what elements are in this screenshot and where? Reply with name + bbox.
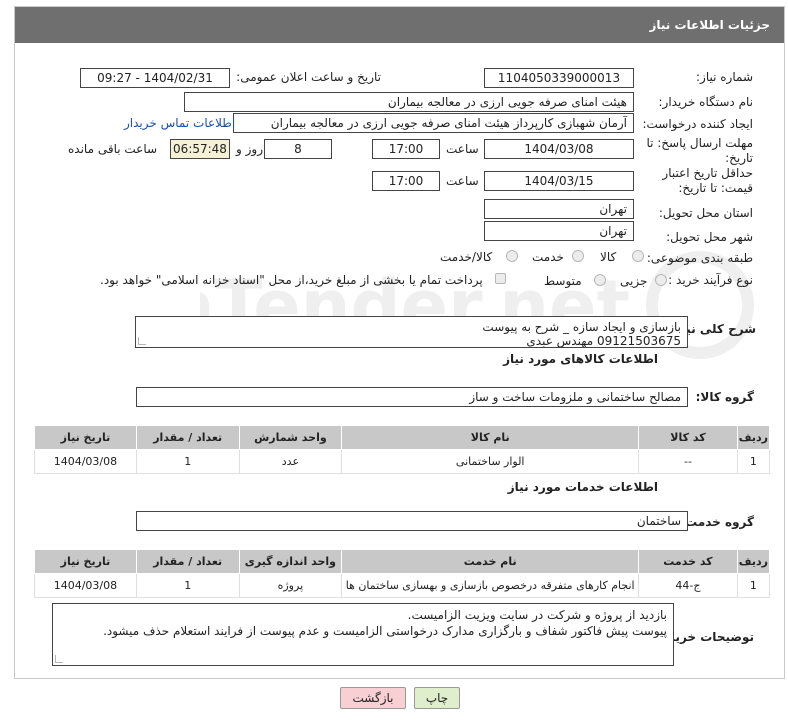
services-group-label: گروه خدمت: (680, 515, 754, 529)
buyer-org-field: هیئت امنای صرفه جویی ارزی در معالجه بیما… (184, 92, 634, 112)
remaining-label: ساعت باقی مانده (68, 142, 158, 156)
process-label: نوع فرآیند خرید : (668, 273, 753, 287)
services-cell-code: ج-44 (638, 573, 738, 598)
need-number-field: 1104050339000013 (484, 68, 634, 88)
goods-col-qty: تعداد / مقدار (135, 425, 240, 450)
buyer-notes-line-2: پیوست پیش فاکتور شفاف و بارگزاری مدارک د… (103, 624, 667, 638)
goods-cell-row: 1 (736, 449, 771, 474)
announce-field: 1404/02/31 - 09:27 (80, 68, 230, 88)
city-label: شهر محل تحویل: (666, 230, 753, 244)
process-radio-minor[interactable] (655, 274, 667, 286)
treasury-payment-checkbox[interactable] (495, 273, 506, 284)
services-section-title: اطلاعات خدمات مورد نیاز (507, 480, 658, 494)
services-col-code: کد خدمت (638, 549, 738, 574)
page-header: جزئیات اطلاعات نیاز (15, 7, 784, 43)
price-validity-label: حداقل تاریخ اعتبار قیمت: تا تاریخ: (662, 166, 753, 195)
back-button[interactable]: بازگشت (340, 687, 406, 709)
services-cell-date: 1404/03/08 (34, 573, 137, 598)
services-group-field: ساختمان (136, 511, 688, 531)
category-option-goods: کالا (600, 250, 617, 264)
goods-section-title: اطلاعات کالاهای مورد نیاز (503, 352, 658, 366)
goods-col-unit: واحد شمارش (238, 425, 343, 450)
remaining-time-field: 06:57:48 (170, 139, 230, 159)
reply-deadline-label: مهلت ارسال پاسخ: تا تاریخ: (646, 136, 753, 165)
services-cell-unit: پروژه (238, 573, 343, 598)
goods-table: ردیف کد کالا نام کالا واحد شمارش تعداد /… (34, 425, 771, 474)
announce-label: تاریخ و ساعت اعلان عمومی: (236, 70, 381, 84)
print-button[interactable]: چاپ (414, 687, 460, 709)
goods-cell-unit: عدد (238, 449, 343, 474)
category-radio-goods-service[interactable] (506, 250, 518, 262)
services-col-qty: تعداد / مقدار (135, 549, 240, 574)
process-option-minor: جزیی (620, 274, 648, 288)
buyer-org-label: نام دستگاه خریدار: (658, 95, 754, 109)
services-col-unit: واحد اندازه گیری (238, 549, 343, 574)
services-table-header: ردیف کد خدمت نام خدمت واحد اندازه گیری ت… (34, 549, 771, 574)
services-cell-name: انجام کارهای متفرقه درخصوص بازسازی و بهس… (341, 573, 640, 598)
services-col-row: ردیف (736, 549, 771, 574)
description-line-1: بازسازی و ایجاد سازه _ شرح به پیوست (482, 320, 681, 334)
goods-group-field: مصالح ساختمانی و ملزومات ساخت و ساز (136, 387, 688, 407)
services-cell-row: 1 (736, 573, 771, 598)
days-field: 8 (264, 139, 332, 159)
process-option-medium: متوسط (544, 274, 582, 288)
category-option-service: خدمت (532, 250, 564, 264)
price-time-label: ساعت (446, 174, 479, 188)
resize-grip-icon[interactable] (55, 655, 63, 663)
description-textarea[interactable]: بازسازی و ایجاد سازه _ شرح به پیوست 0912… (135, 316, 688, 348)
category-radio-service[interactable] (572, 250, 584, 262)
process-radio-medium[interactable] (594, 274, 606, 286)
goods-table-header: ردیف کد کالا نام کالا واحد شمارش تعداد /… (34, 425, 771, 450)
goods-group-label: گروه کالا: (695, 390, 754, 404)
province-label: استان محل تحویل: (658, 206, 753, 220)
contact-buyer-link[interactable]: اطلاعات تماس خریدار (124, 116, 235, 130)
goods-col-date: تاریخ نیاز (34, 425, 137, 450)
city-field: تهران (484, 221, 634, 241)
services-col-name: نام خدمت (341, 549, 640, 574)
category-option-goods-service: کالا/خدمت (440, 250, 493, 264)
category-radio-goods[interactable] (632, 250, 644, 262)
goods-col-code: کد کالا (638, 425, 738, 450)
table-row: 1 -- الوار ساختمانی عدد 1 1404/03/08 (34, 449, 771, 474)
category-label: طبقه بندی موضوعی: (646, 251, 753, 265)
treasury-payment-note: پرداخت تمام یا بخشی از مبلغ خرید،از محل … (100, 273, 483, 287)
table-row: 1 ج-44 انجام کارهای متفرقه درخصوص بازساز… (34, 573, 771, 598)
buyer-notes-textarea[interactable]: بازدید از پروژه و شرکت در سایت ویزیت الز… (52, 603, 674, 666)
reply-date-field: 1404/03/08 (484, 139, 634, 159)
buyer-notes-line-1: بازدید از پروژه و شرکت در سایت ویزیت الز… (407, 608, 667, 622)
price-time-field: 17:00 (372, 171, 440, 191)
province-field: تهران (484, 199, 634, 219)
need-number-label: شماره نیاز: (696, 70, 753, 84)
goods-col-row: ردیف (736, 425, 771, 450)
resize-grip-icon[interactable] (138, 337, 146, 345)
reply-time-field: 17:00 (372, 139, 440, 159)
services-table: ردیف کد خدمت نام خدمت واحد اندازه گیری ت… (34, 549, 771, 598)
creator-label: ایجاد کننده درخواست: (642, 117, 753, 131)
services-cell-qty: 1 (135, 573, 240, 598)
goods-cell-code: -- (638, 449, 738, 474)
price-date-field: 1404/03/15 (484, 171, 634, 191)
reply-time-label: ساعت (446, 142, 479, 156)
services-col-date: تاریخ نیاز (34, 549, 137, 574)
creator-field: آرمان شهبازی کارپرداز هیئت امنای صرفه جو… (233, 113, 634, 133)
goods-cell-qty: 1 (135, 449, 240, 474)
description-line-2: 09121503675 مهندس عبدی (526, 334, 681, 348)
goods-cell-date: 1404/03/08 (34, 449, 137, 474)
page-title: جزئیات اطلاعات نیاز (649, 18, 770, 32)
goods-cell-name: الوار ساختمانی (341, 449, 640, 474)
goods-col-name: نام کالا (341, 425, 640, 450)
days-label: روز و (236, 142, 263, 156)
